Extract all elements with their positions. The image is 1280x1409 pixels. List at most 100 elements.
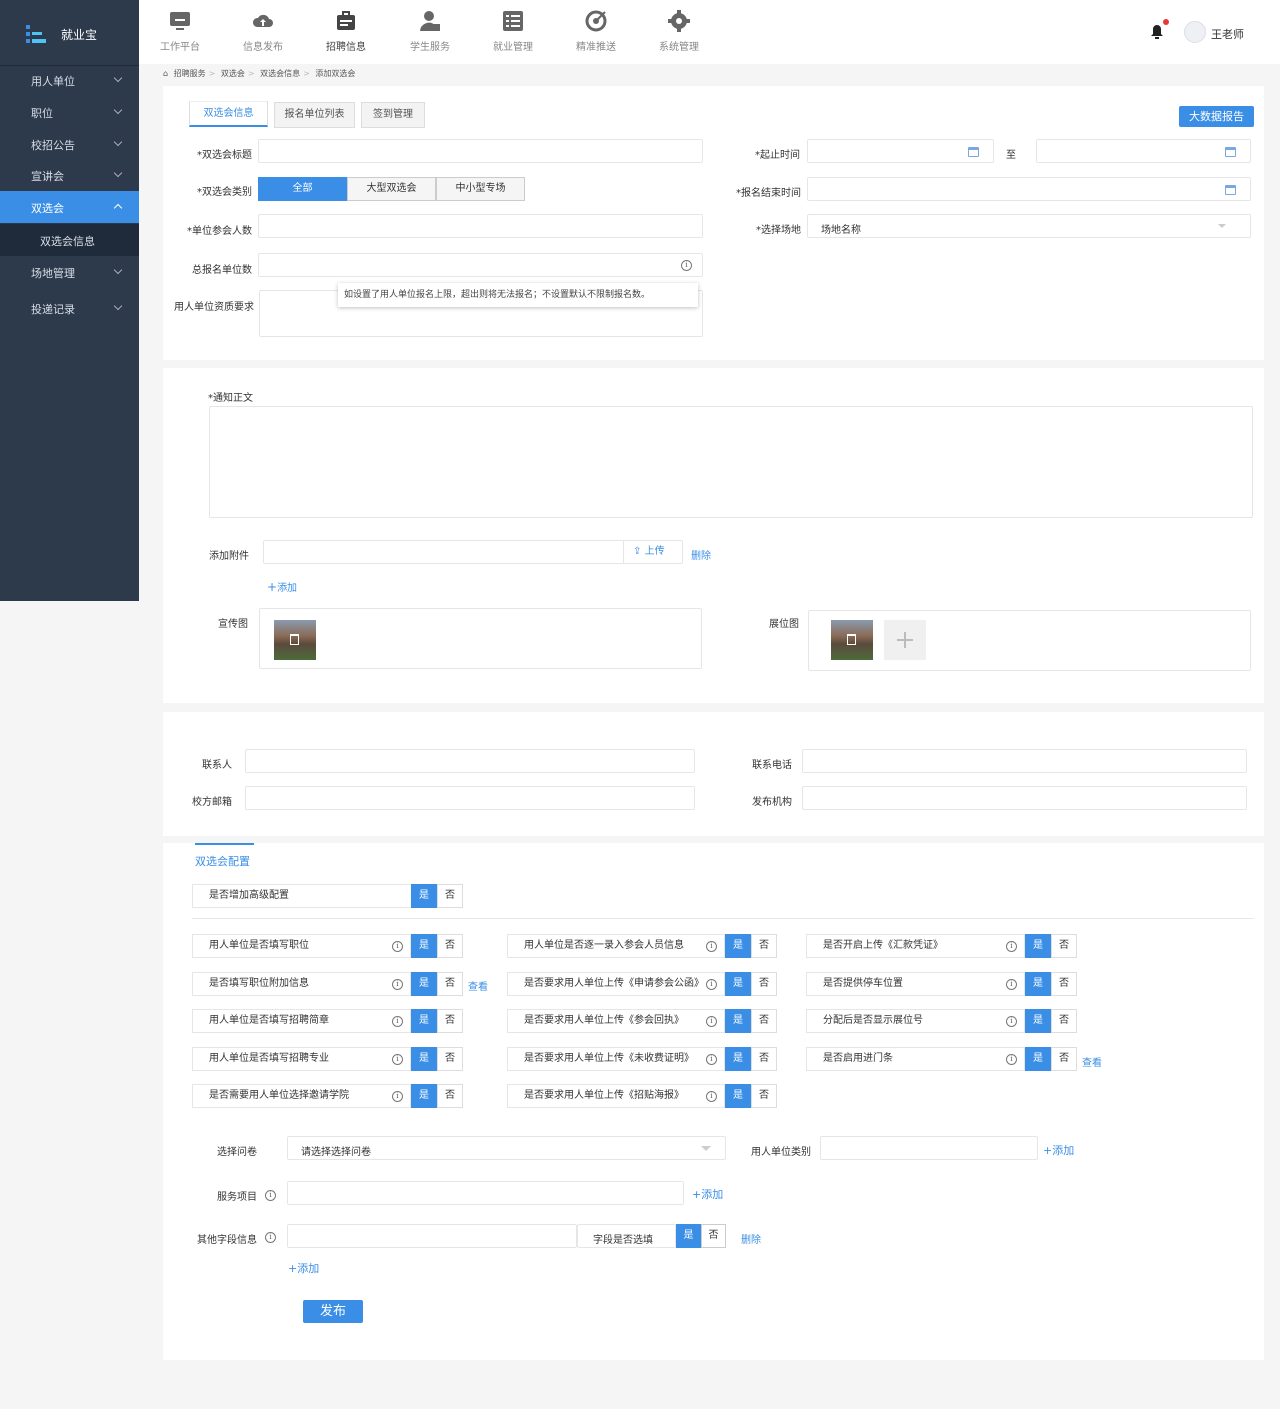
sidebar-item-position[interactable]: 职位 bbox=[0, 96, 139, 128]
add-category-link[interactable]: +添加 bbox=[1043, 1142, 1074, 1158]
breadcrumb-item[interactable]: 双选会信息 bbox=[260, 69, 300, 78]
add-field-link[interactable]: +添加 bbox=[288, 1260, 319, 1276]
add-image-icon[interactable] bbox=[884, 620, 926, 660]
category-input[interactable] bbox=[820, 1136, 1038, 1160]
email-input[interactable] bbox=[245, 786, 695, 810]
bigdata-report-button[interactable]: 大数据报告 bbox=[1179, 106, 1254, 127]
publish-button[interactable]: 发布 bbox=[303, 1300, 363, 1323]
view-link[interactable]: 查看 bbox=[1082, 1054, 1102, 1069]
survey-select[interactable]: 请选择选择问卷 bbox=[287, 1136, 726, 1160]
info-icon[interactable]: i bbox=[1006, 941, 1017, 952]
no-option[interactable]: 否 bbox=[1051, 972, 1077, 996]
info-icon[interactable]: i bbox=[392, 1091, 403, 1102]
no-option[interactable]: 否 bbox=[437, 1047, 463, 1071]
type-all-option[interactable]: 全部 bbox=[258, 177, 347, 201]
trash-icon[interactable] bbox=[290, 634, 299, 645]
avatar[interactable] bbox=[1184, 21, 1206, 43]
no-option[interactable]: 否 bbox=[701, 1224, 726, 1248]
promo-thumbnail[interactable] bbox=[274, 620, 316, 660]
signup-end-input[interactable] bbox=[807, 177, 1251, 201]
yes-option[interactable]: 是 bbox=[676, 1224, 701, 1248]
sidebar-item-job-fair-info[interactable]: 双选会信息 bbox=[0, 224, 139, 256]
phone-input[interactable] bbox=[802, 749, 1247, 773]
nav-publish[interactable]: 信息发布 bbox=[228, 10, 298, 53]
title-input[interactable] bbox=[258, 139, 703, 163]
nav-system[interactable]: 系统管理 bbox=[644, 10, 714, 53]
nav-workbench[interactable]: 工作平台 bbox=[145, 10, 215, 53]
yes-option[interactable]: 是 bbox=[1025, 934, 1051, 958]
no-option[interactable]: 否 bbox=[751, 934, 777, 958]
yes-option[interactable]: 是 bbox=[411, 884, 437, 908]
no-option[interactable]: 否 bbox=[751, 1047, 777, 1071]
user-name[interactable]: 王老师 bbox=[1211, 26, 1244, 42]
info-icon[interactable]: i bbox=[1006, 1016, 1017, 1027]
breadcrumb-item[interactable]: 招聘服务 bbox=[174, 69, 206, 78]
info-icon[interactable]: i bbox=[1006, 979, 1017, 990]
nav-recruit[interactable]: 招聘信息 bbox=[311, 10, 381, 53]
nav-student[interactable]: 学生服务 bbox=[395, 10, 465, 53]
nav-push[interactable]: 精准推送 bbox=[561, 10, 631, 53]
no-option[interactable]: 否 bbox=[437, 1009, 463, 1033]
delete-field-link[interactable]: 删除 bbox=[741, 1231, 761, 1246]
info-icon[interactable]: i bbox=[706, 979, 717, 990]
sidebar-item-presentation[interactable]: 宣讲会 bbox=[0, 159, 139, 191]
bell-icon[interactable] bbox=[1150, 24, 1164, 40]
info-icon[interactable]: i bbox=[1006, 1054, 1017, 1065]
yes-option[interactable]: 是 bbox=[411, 1009, 437, 1033]
no-option[interactable]: 否 bbox=[1051, 1047, 1077, 1071]
sidebar-item-campus-notice[interactable]: 校招公告 bbox=[0, 128, 139, 160]
add-service-link[interactable]: +添加 bbox=[692, 1186, 723, 1202]
tab-signup-list[interactable]: 报名单位列表 bbox=[274, 102, 355, 128]
yes-option[interactable]: 是 bbox=[411, 934, 437, 958]
type-small-option[interactable]: 中小型专场 bbox=[436, 177, 525, 201]
calendar-icon[interactable] bbox=[968, 147, 979, 157]
breadcrumb-item[interactable]: 双选会 bbox=[221, 69, 245, 78]
info-icon[interactable]: i bbox=[706, 941, 717, 952]
info-icon[interactable]: i bbox=[392, 979, 403, 990]
upload-button[interactable]: ⇪ 上传 bbox=[623, 540, 683, 564]
no-option[interactable]: 否 bbox=[1051, 1009, 1077, 1033]
no-option[interactable]: 否 bbox=[437, 934, 463, 958]
no-option[interactable]: 否 bbox=[1051, 934, 1077, 958]
info-icon[interactable]: i bbox=[265, 1232, 276, 1243]
info-icon[interactable]: i bbox=[706, 1091, 717, 1102]
total-input[interactable]: i bbox=[258, 253, 703, 277]
info-icon[interactable]: i bbox=[392, 941, 403, 952]
yes-option[interactable]: 是 bbox=[725, 972, 751, 996]
calendar-icon[interactable] bbox=[1225, 147, 1236, 157]
info-icon[interactable]: i bbox=[392, 1016, 403, 1027]
count-input[interactable] bbox=[258, 214, 703, 238]
info-icon[interactable]: i bbox=[706, 1054, 717, 1065]
end-date-input[interactable] bbox=[1036, 139, 1251, 163]
yes-option[interactable]: 是 bbox=[725, 934, 751, 958]
sidebar-item-delivery[interactable]: 投递记录 bbox=[0, 292, 139, 324]
contact-person-input[interactable] bbox=[245, 749, 695, 773]
no-option[interactable]: 否 bbox=[751, 972, 777, 996]
venue-select[interactable]: 场地名称 bbox=[807, 214, 1251, 238]
no-option[interactable]: 否 bbox=[437, 972, 463, 996]
yes-option[interactable]: 是 bbox=[1025, 1047, 1051, 1071]
org-input[interactable] bbox=[802, 786, 1247, 810]
yes-option[interactable]: 是 bbox=[1025, 972, 1051, 996]
no-option[interactable]: 否 bbox=[437, 884, 463, 908]
add-attach-link[interactable]: +添加 bbox=[267, 579, 297, 594]
trash-icon[interactable] bbox=[847, 634, 856, 645]
yes-option[interactable]: 是 bbox=[725, 1047, 751, 1071]
start-date-input[interactable] bbox=[807, 139, 994, 163]
nav-employment[interactable]: 就业管理 bbox=[478, 10, 548, 53]
info-icon[interactable]: i bbox=[265, 1190, 276, 1201]
yes-option[interactable]: 是 bbox=[725, 1084, 751, 1108]
yes-option[interactable]: 是 bbox=[411, 972, 437, 996]
yes-option[interactable]: 是 bbox=[411, 1047, 437, 1071]
info-icon[interactable]: i bbox=[681, 260, 692, 271]
delete-attach-link[interactable]: 删除 bbox=[691, 547, 711, 562]
info-icon[interactable]: i bbox=[392, 1054, 403, 1065]
tab-fair-info[interactable]: 双选会信息 bbox=[189, 101, 268, 127]
view-link[interactable]: 查看 bbox=[468, 978, 488, 993]
type-large-option[interactable]: 大型双选会 bbox=[347, 177, 436, 201]
other-field-input[interactable] bbox=[287, 1224, 577, 1248]
attach-input[interactable] bbox=[263, 540, 683, 564]
no-option[interactable]: 否 bbox=[437, 1084, 463, 1108]
no-option[interactable]: 否 bbox=[751, 1084, 777, 1108]
calendar-icon[interactable] bbox=[1225, 185, 1236, 195]
